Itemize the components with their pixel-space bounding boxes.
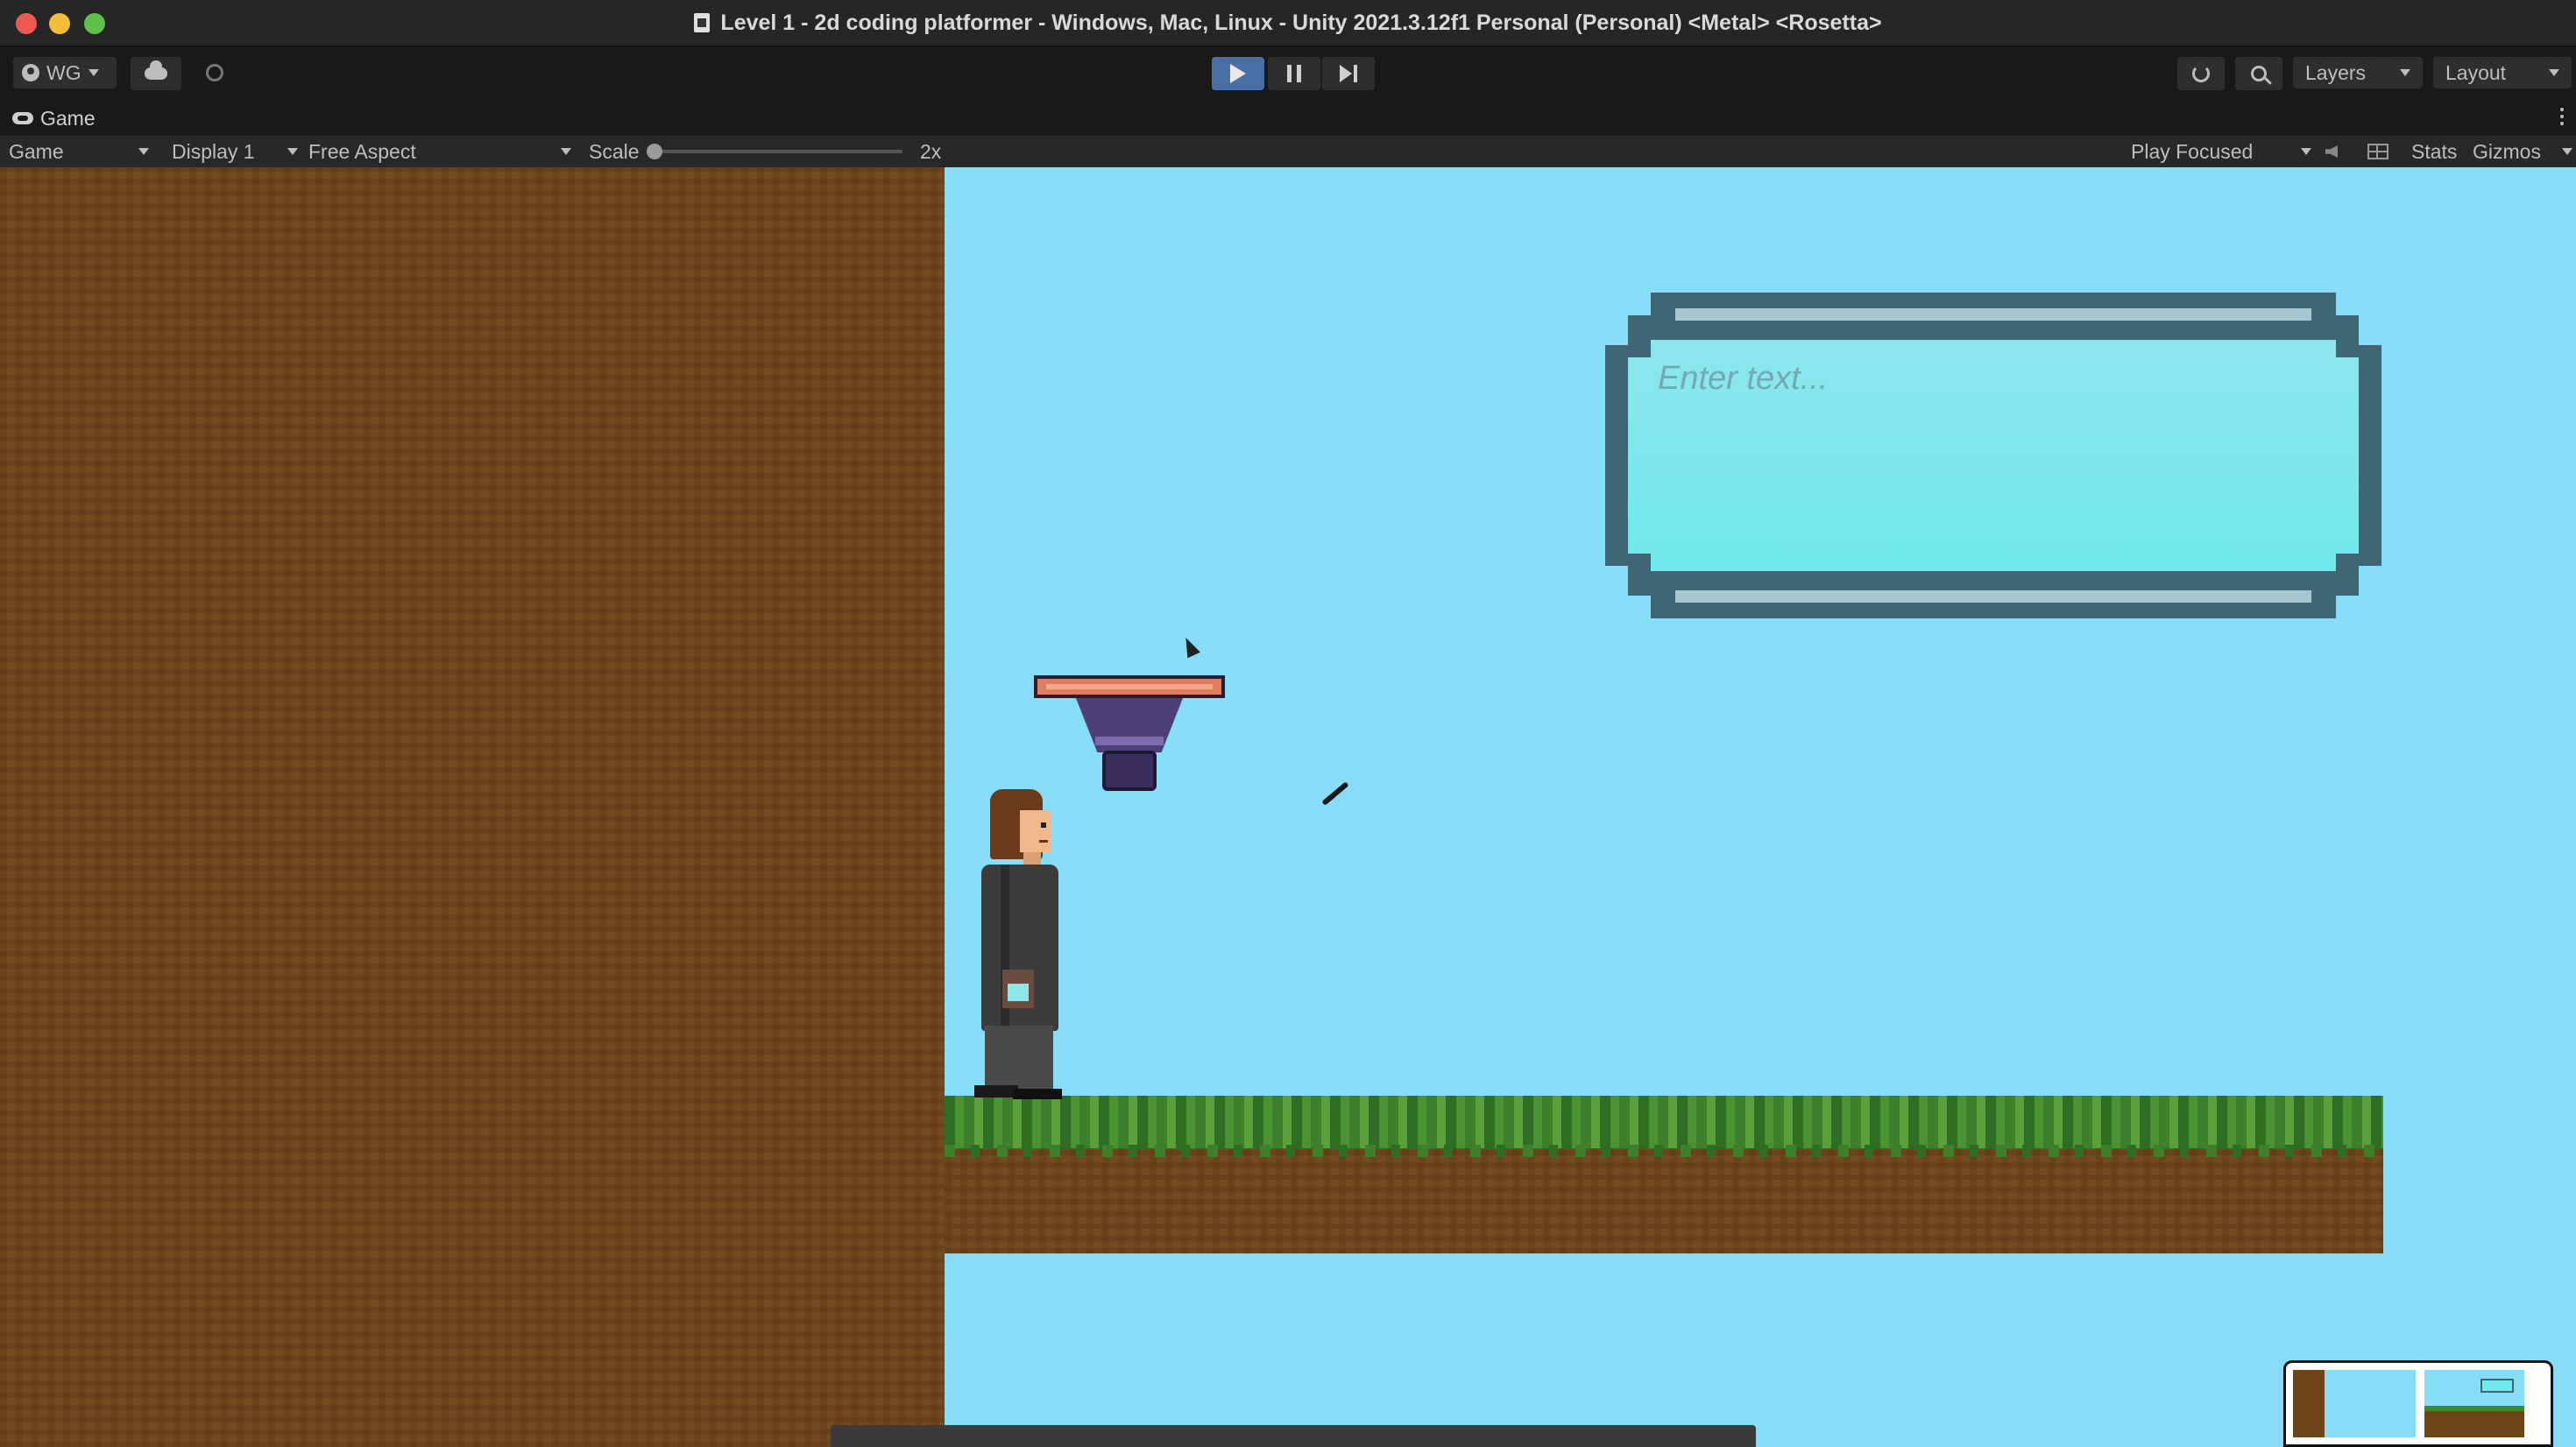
scale-track[interactable]: [657, 150, 902, 153]
pause-button[interactable]: [1267, 56, 1321, 91]
ground-platform: [945, 1096, 2383, 1253]
stats-grid-button[interactable]: [2367, 136, 2394, 167]
character-device: [1008, 984, 1029, 1001]
layers-dropdown[interactable]: Layers: [2292, 56, 2424, 89]
cloud-icon: [145, 60, 167, 80]
step-button[interactable]: [1321, 56, 1376, 91]
undo-history-button[interactable]: [2176, 56, 2226, 91]
chevron-down-icon: [2562, 148, 2572, 155]
layers-label: Layers: [2305, 60, 2367, 84]
mute-audio-button[interactable]: [2325, 136, 2352, 167]
search-button[interactable]: [2234, 56, 2283, 91]
pause-icon: [1287, 65, 1301, 82]
character-legs: [985, 1026, 1053, 1092]
chevron-down-icon: [88, 69, 99, 76]
thumbnail-frame[interactable]: [2293, 1370, 2416, 1437]
gizmos-label: Gizmos: [2473, 139, 2541, 163]
window-title-bar: Level 1 - 2d coding platformer - Windows…: [0, 0, 2576, 46]
chevron-down-icon: [138, 148, 149, 155]
scale-slider[interactable]: Scale 2x: [589, 136, 957, 167]
view-mode-label: Game: [9, 139, 64, 163]
pedestal-foot: [1102, 751, 1157, 791]
stats-label: Stats: [2411, 139, 2458, 163]
play-mode-dropdown[interactable]: Play Focused: [2131, 136, 2311, 167]
scale-thumb[interactable]: [647, 144, 662, 159]
play-button[interactable]: [1211, 56, 1265, 91]
panel-top-stripe: [1675, 308, 2311, 321]
character-face: [1020, 810, 1051, 852]
scale-label: Scale: [589, 139, 640, 163]
character-shoe: [974, 1085, 1018, 1098]
pedestal-top: [1034, 675, 1225, 698]
aspect-dropdown[interactable]: Free Aspect: [308, 136, 571, 167]
character-shoe: [1013, 1089, 1062, 1099]
account-label: WG: [46, 60, 81, 84]
layout-dropdown[interactable]: Layout: [2432, 56, 2572, 89]
display-dropdown[interactable]: Display 1: [172, 136, 298, 167]
game-view-toolbar: Game Display 1 Free Aspect Scale 2x Play…: [0, 136, 2576, 167]
document-icon: [694, 13, 711, 32]
history-icon: [2192, 65, 2210, 82]
collab-icon: [206, 64, 223, 81]
panel-bottom-stripe: [1675, 590, 2311, 603]
thumbnail-frame[interactable]: [2424, 1370, 2524, 1437]
play-icon: [1230, 64, 1246, 83]
grass-top: [945, 1096, 2383, 1157]
window-title: Level 1 - 2d coding platformer - Windows…: [720, 10, 1882, 35]
chevron-down-icon: [2549, 69, 2559, 76]
chevron-down-icon: [2400, 69, 2410, 76]
panel-inner: [1628, 340, 2359, 571]
step-icon: [1340, 65, 1357, 82]
search-icon: [2251, 66, 2267, 81]
aspect-label: Free Aspect: [308, 139, 416, 163]
panel-tab-bar: Game: [0, 101, 2576, 136]
video-thumbnail-preview[interactable]: [2283, 1360, 2553, 1447]
gamepad-icon: [12, 112, 33, 124]
grid-icon: [2367, 144, 2388, 159]
game-viewport[interactable]: [0, 167, 2576, 1447]
pedestal-band: [1095, 737, 1164, 745]
character-eye: [1041, 822, 1046, 828]
code-text-panel: [1605, 293, 2381, 618]
user-icon: [22, 64, 39, 81]
bottom-overlay-bar: [831, 1425, 1756, 1447]
mouse-cursor-icon: [1179, 634, 1200, 659]
cloud-button[interactable]: [130, 56, 182, 91]
collab-button[interactable]: [193, 56, 237, 89]
stats-button[interactable]: Stats: [2411, 136, 2462, 167]
chevron-down-icon: [287, 148, 298, 155]
gizmos-dropdown[interactable]: Gizmos: [2473, 136, 2572, 167]
code-text-input[interactable]: [1658, 357, 2324, 399]
player-character: [971, 789, 1069, 1099]
main-toolbar: WG Layers Layout: [0, 46, 2576, 100]
view-mode-dropdown[interactable]: Game: [9, 136, 149, 167]
chevron-down-icon: [561, 148, 571, 155]
tab-game-label: Game: [40, 106, 96, 130]
account-dropdown[interactable]: WG: [12, 56, 117, 89]
character-mouth: [1039, 840, 1048, 843]
floating-pedestal: [1034, 675, 1225, 791]
play-mode-label: Play Focused: [2131, 139, 2254, 163]
layout-label: Layout: [2445, 60, 2507, 84]
speaker-icon: [2325, 145, 2338, 158]
scale-value: 2x: [920, 139, 942, 163]
more-options-icon[interactable]: [2560, 108, 2564, 125]
chevron-down-icon: [2301, 148, 2311, 155]
title-container: Level 1 - 2d coding platformer - Windows…: [0, 0, 2576, 46]
display-label: Display 1: [172, 139, 255, 163]
tab-game[interactable]: Game: [12, 106, 96, 131]
dirt-wall: [0, 167, 945, 1447]
projectile-stroke: [1321, 781, 1349, 806]
